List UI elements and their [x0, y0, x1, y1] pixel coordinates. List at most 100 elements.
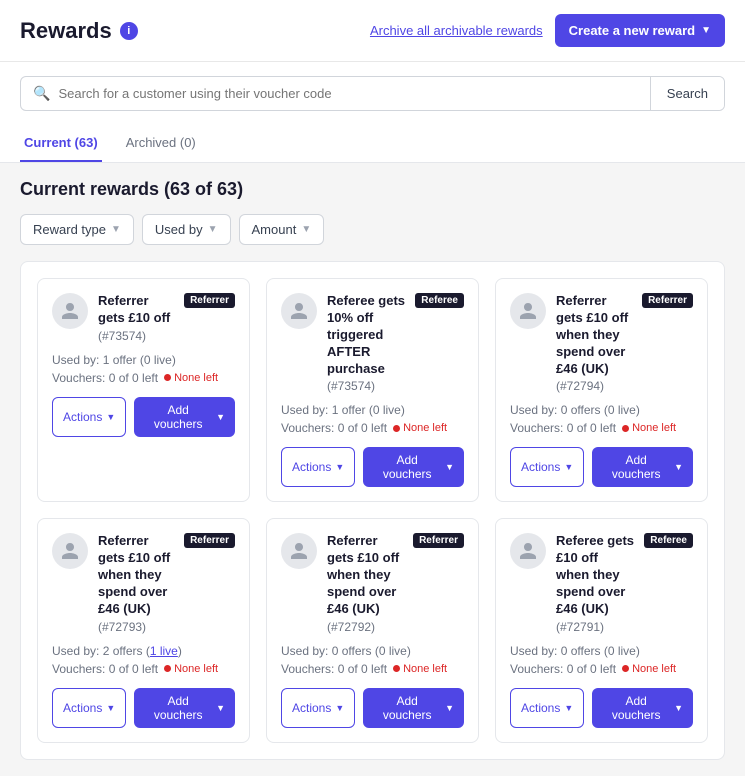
actions-button[interactable]: Actions ▼	[52, 397, 126, 437]
none-left-badge: None left	[164, 372, 218, 384]
add-vouchers-label: Add vouchers	[602, 694, 670, 722]
search-input-wrap: 🔍	[21, 77, 650, 110]
filters-row: Reward type ▼ Used by ▼ Amount ▼	[20, 214, 725, 245]
cards-grid: Referrer gets £10 off (#73574) Referrer …	[37, 278, 708, 743]
used-by: Used by: 0 offers (0 live)	[281, 644, 464, 658]
chevron-down-icon: ▼	[445, 462, 454, 472]
section-title: Current rewards (63 of 63)	[20, 179, 725, 200]
actions-button[interactable]: Actions ▼	[510, 688, 584, 728]
none-left-text: None left	[174, 663, 218, 675]
badge-referee: Referee	[644, 533, 693, 548]
add-vouchers-button[interactable]: Add vouchers ▼	[134, 688, 235, 728]
avatar	[281, 533, 317, 569]
actions-label: Actions	[292, 460, 331, 474]
card-title: Referee gets £10 off when they spend ove…	[556, 533, 634, 617]
red-dot	[622, 665, 629, 672]
actions-button[interactable]: Actions ▼	[52, 688, 126, 728]
vouchers-row: Vouchers: 0 of 0 left None left	[510, 662, 693, 676]
chevron-down-icon: ▼	[335, 703, 344, 713]
vouchers-text: Vouchers: 0 of 0 left	[281, 662, 387, 676]
user-icon	[518, 541, 538, 561]
actions-button[interactable]: Actions ▼	[510, 447, 584, 487]
filter-amount[interactable]: Amount ▼	[239, 214, 325, 245]
card-actions: Actions ▼ Add vouchers ▼	[510, 447, 693, 487]
used-by: Used by: 1 offer (0 live)	[52, 353, 235, 367]
card-id: (#73574)	[327, 379, 405, 393]
user-icon	[289, 301, 309, 321]
card-title: Referrer gets £10 off when they spend ov…	[98, 533, 174, 617]
vouchers-text: Vouchers: 0 of 0 left	[52, 371, 158, 385]
avatar	[52, 533, 88, 569]
add-vouchers-label: Add vouchers	[373, 453, 441, 481]
filter-reward-type[interactable]: Reward type ▼	[20, 214, 134, 245]
filter-used-by-label: Used by	[155, 222, 203, 237]
avatar	[510, 533, 546, 569]
red-dot	[622, 425, 629, 432]
vouchers-text: Vouchers: 0 of 0 left	[281, 421, 387, 435]
create-reward-button[interactable]: Create a new reward ▼	[555, 14, 725, 47]
tabs: Current (63) Archived (0)	[20, 125, 725, 162]
chevron-down-icon: ▼	[445, 703, 454, 713]
actions-button[interactable]: Actions ▼	[281, 447, 355, 487]
user-icon	[60, 541, 80, 561]
card-actions: Actions ▼ Add vouchers ▼	[510, 688, 693, 728]
chevron-down-icon: ▼	[674, 703, 683, 713]
none-left-badge: None left	[393, 422, 447, 434]
add-vouchers-button[interactable]: Add vouchers ▼	[363, 447, 464, 487]
add-vouchers-button[interactable]: Add vouchers ▼	[592, 447, 693, 487]
card-actions: Actions ▼ Add vouchers ▼	[281, 447, 464, 487]
search-button[interactable]: Search	[650, 77, 724, 110]
card-title-wrap: Referee gets 10% off triggered AFTER pur…	[327, 293, 405, 393]
used-by: Used by: 2 offers (1 live)	[52, 644, 235, 658]
add-vouchers-label: Add vouchers	[373, 694, 441, 722]
live-link[interactable]: 1 live	[150, 644, 178, 658]
chevron-down-icon: ▼	[564, 462, 573, 472]
add-vouchers-button[interactable]: Add vouchers ▼	[363, 688, 464, 728]
none-left-text: None left	[403, 663, 447, 675]
vouchers-text: Vouchers: 0 of 0 left	[510, 421, 616, 435]
none-left-badge: None left	[622, 663, 676, 675]
actions-label: Actions	[63, 701, 102, 715]
card-header: Referrer gets £10 off (#73574) Referrer	[52, 293, 235, 343]
badge-referrer: Referrer	[184, 293, 235, 308]
none-left-badge: None left	[393, 663, 447, 675]
card-id: (#72792)	[327, 620, 403, 634]
none-left-text: None left	[632, 422, 676, 434]
none-left-badge: None left	[164, 663, 218, 675]
add-vouchers-button[interactable]: Add vouchers ▼	[134, 397, 235, 437]
header-left: Rewards i	[20, 18, 138, 44]
red-dot	[393, 665, 400, 672]
card-title: Referrer gets £10 off	[98, 293, 174, 327]
chevron-down-icon: ▼	[216, 412, 225, 422]
vouchers-row: Vouchers: 0 of 0 left None left	[510, 421, 693, 435]
chevron-down-icon: ▼	[701, 25, 711, 36]
vouchers-row: Vouchers: 0 of 0 left None left	[281, 662, 464, 676]
search-icon: 🔍	[33, 85, 50, 102]
chevron-down-icon: ▼	[111, 224, 121, 235]
card-id: (#72794)	[556, 379, 632, 393]
card-header: Referrer gets £10 off when they spend ov…	[281, 533, 464, 633]
reward-card-3: Referrer gets £10 off when they spend ov…	[495, 278, 708, 502]
actions-button[interactable]: Actions ▼	[281, 688, 355, 728]
main-content: Current rewards (63 of 63) Reward type ▼…	[0, 163, 745, 776]
card-actions: Actions ▼ Add vouchers ▼	[281, 688, 464, 728]
avatar	[281, 293, 317, 329]
card-title: Referee gets 10% off triggered AFTER pur…	[327, 293, 405, 377]
create-btn-label: Create a new reward	[569, 23, 695, 38]
card-title-wrap: Referee gets £10 off when they spend ove…	[556, 533, 634, 633]
red-dot	[164, 665, 171, 672]
search-input[interactable]	[58, 86, 637, 101]
filter-used-by[interactable]: Used by ▼	[142, 214, 231, 245]
header: Rewards i Archive all archivable rewards…	[0, 0, 745, 62]
chevron-down-icon: ▼	[106, 703, 115, 713]
add-vouchers-button[interactable]: Add vouchers ▼	[592, 688, 693, 728]
vouchers-row: Vouchers: 0 of 0 left None left	[281, 421, 464, 435]
tab-archived[interactable]: Archived (0)	[122, 125, 200, 162]
add-vouchers-label: Add vouchers	[144, 694, 212, 722]
tabs-section: Current (63) Archived (0)	[0, 125, 745, 163]
card-actions: Actions ▼ Add vouchers ▼	[52, 397, 235, 437]
archive-link[interactable]: Archive all archivable rewards	[370, 23, 543, 38]
tab-current[interactable]: Current (63)	[20, 125, 102, 162]
card-header: Referrer gets £10 off when they spend ov…	[510, 293, 693, 393]
none-left-badge: None left	[622, 422, 676, 434]
